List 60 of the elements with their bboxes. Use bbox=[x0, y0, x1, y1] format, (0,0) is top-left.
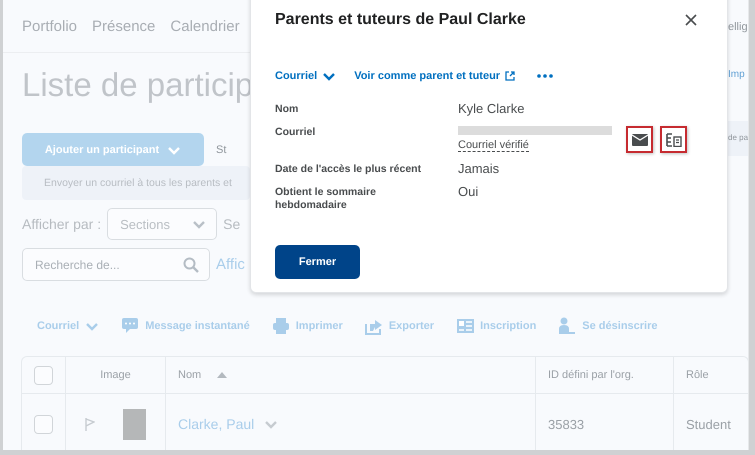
button-fragment[interactable]: St bbox=[216, 144, 226, 156]
field-label: Date de l'accès le plus récent bbox=[275, 162, 422, 176]
id-card-icon bbox=[456, 316, 474, 334]
link-fragment[interactable]: Imp bbox=[728, 69, 748, 121]
envelope-icon bbox=[632, 134, 648, 146]
nav-tab[interactable]: Calendrier bbox=[170, 18, 240, 34]
view-as-parent-link[interactable]: Voir comme parent et tuteur bbox=[354, 70, 516, 82]
toolbar-button[interactable]: Se désinscrire bbox=[558, 316, 658, 334]
column-header[interactable]: ID défini par l'org. bbox=[548, 369, 634, 381]
sections-select[interactable]: Sections bbox=[107, 208, 218, 240]
chat-bubble-icon bbox=[121, 316, 140, 334]
chevron-down-icon bbox=[322, 71, 336, 81]
chevron-down-icon bbox=[192, 219, 206, 229]
toolbar-button[interactable]: Exporter bbox=[364, 316, 434, 334]
field-value: Oui bbox=[458, 184, 478, 201]
search-field[interactable]: Recherche de... bbox=[22, 248, 210, 281]
row-checkbox[interactable] bbox=[34, 414, 53, 434]
toolbar-button[interactable]: Inscription bbox=[456, 316, 536, 334]
close-button[interactable]: Fermer bbox=[275, 245, 360, 279]
page-title: Liste de particip bbox=[22, 66, 250, 105]
verified-note: Courriel vérifié bbox=[458, 139, 529, 152]
chevron-down-icon bbox=[264, 419, 278, 429]
nav-tab[interactable]: Portfolio bbox=[22, 18, 78, 34]
person-minus-icon bbox=[558, 316, 576, 334]
label-fragment: Se bbox=[223, 216, 240, 232]
copy-icon bbox=[666, 132, 682, 146]
field-label: Nom bbox=[275, 102, 300, 116]
nav-tab[interactable]: ellig bbox=[728, 21, 748, 52]
nav-tab[interactable]: Présence bbox=[92, 18, 156, 34]
field-value: Jamais bbox=[458, 161, 500, 176]
table-cell: 35833 bbox=[535, 394, 673, 450]
email-button[interactable] bbox=[626, 126, 653, 153]
close-icon[interactable] bbox=[685, 14, 697, 26]
toolbar-button[interactable]: Courriel bbox=[37, 320, 100, 332]
copy-button[interactable] bbox=[660, 126, 687, 153]
flag-icon bbox=[85, 418, 95, 430]
more-options-icon[interactable] bbox=[537, 74, 554, 78]
column-header[interactable]: Rôle bbox=[686, 369, 709, 381]
link-fragment[interactable]: Affic bbox=[216, 256, 245, 273]
view-by-label: Afficher par : bbox=[22, 216, 102, 232]
column-header[interactable]: Nom bbox=[178, 369, 202, 381]
search-icon bbox=[183, 257, 199, 273]
printer-icon bbox=[272, 316, 290, 334]
photo-placeholder bbox=[123, 408, 146, 440]
field-label: Courriel bbox=[275, 125, 316, 140]
toolbar-button[interactable]: Imprimer bbox=[272, 316, 343, 334]
select-all-checkbox[interactable] bbox=[34, 366, 53, 384]
toolbar-button[interactable]: Message instantané bbox=[121, 316, 250, 334]
column-header[interactable]: Image bbox=[100, 369, 131, 381]
field-value: Kyle Clarke bbox=[458, 101, 524, 116]
participant-name-link[interactable]: Clarke, Paul bbox=[178, 416, 254, 432]
banner-fragment: de pa bbox=[728, 121, 748, 156]
external-link-icon bbox=[505, 71, 516, 81]
field-label: Obtient le sommaire hebdomadaire bbox=[275, 185, 377, 212]
email-dropdown-button[interactable]: Courriel bbox=[275, 70, 336, 82]
dialog-title: Parents et tuteurs de Paul Clarke bbox=[275, 11, 526, 29]
table-cell: Student bbox=[673, 394, 748, 450]
chevron-down-icon bbox=[167, 144, 182, 154]
add-participant-button[interactable]: Ajouter un participant bbox=[22, 133, 204, 166]
chevron-down-icon bbox=[85, 320, 100, 330]
